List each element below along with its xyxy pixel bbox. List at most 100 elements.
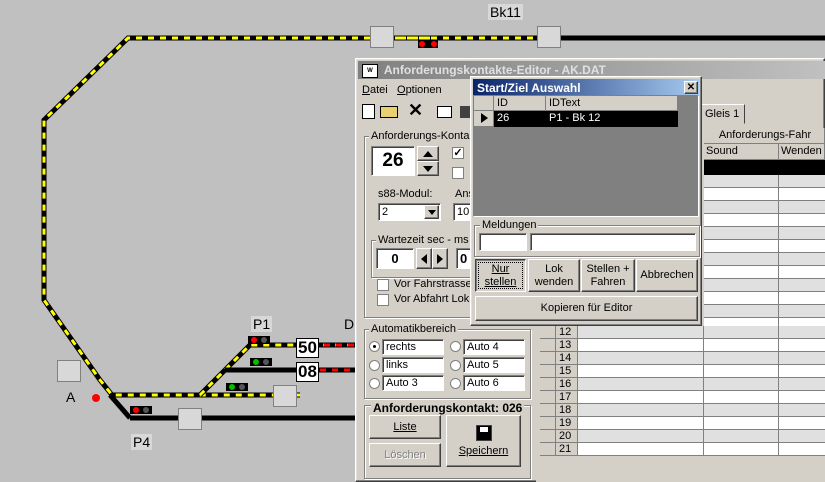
dialog-close-button[interactable]: ✕ — [684, 81, 698, 94]
track-label-p1: P1 — [251, 316, 273, 332]
contact-number-field[interactable]: 26 — [371, 146, 415, 176]
lok-wenden-label-1: Lok — [545, 262, 563, 275]
radio-auto5[interactable] — [450, 360, 461, 371]
row-number: 14 — [556, 352, 578, 365]
row-number: 12 — [556, 326, 578, 339]
auto4-field[interactable]: Auto 4 — [463, 339, 525, 355]
close-icon: ✕ — [686, 82, 696, 93]
links-field[interactable]: links — [382, 357, 444, 373]
speichern-button[interactable]: Speichern — [446, 415, 521, 467]
new-file-icon[interactable] — [362, 104, 375, 119]
grid-col-wenden-label: Wenden — [781, 145, 822, 157]
speichern-button-label: Speichern — [458, 444, 509, 457]
table-row[interactable]: 21 — [536, 443, 825, 456]
status-label: Anforderungskontakt: 026 — [371, 401, 525, 415]
radio-auto6[interactable] — [450, 378, 461, 389]
abbrechen-label: Abbrechen — [640, 269, 694, 281]
rechts-field[interactable]: rechts — [382, 339, 444, 355]
table-row[interactable]: 16 — [536, 378, 825, 391]
track-block-p4[interactable] — [178, 408, 202, 430]
radio-auto4[interactable] — [450, 341, 461, 352]
list-icon[interactable] — [437, 106, 452, 118]
wartezeit-field[interactable]: 0 — [376, 248, 414, 269]
stellen-fahren-button[interactable]: Stellen + Fahren — [581, 259, 635, 292]
s88-select-dropdown[interactable] — [424, 205, 439, 219]
grid-col-sound-label: Sound — [706, 145, 738, 157]
editor-title: Anforderungskontakte-Editor - AK.DAT — [383, 63, 606, 77]
gleis-tab[interactable]: Gleis 1 — [700, 104, 745, 124]
arrow-right-icon — [437, 253, 443, 264]
wartezeit-label: Wartezeit sec - ms — [376, 234, 471, 246]
track-label-d: D — [344, 316, 355, 332]
auto5-field[interactable]: Auto 5 — [463, 357, 525, 373]
radio-links[interactable] — [369, 360, 380, 371]
automatik-label: Automatikbereich — [369, 323, 458, 335]
meldungen-field-1[interactable] — [479, 233, 527, 251]
list-row-indicator[interactable] — [474, 111, 494, 127]
table-row[interactable]: 18 — [536, 404, 825, 417]
table-row[interactable] — [704, 292, 825, 305]
table-row[interactable] — [704, 240, 825, 253]
open-folder-icon[interactable] — [380, 106, 398, 118]
liste-button[interactable]: Liste — [369, 415, 441, 439]
contact-checkbox-2[interactable] — [452, 167, 464, 179]
chevron-down-icon — [427, 209, 436, 215]
grid-header-top: Anforderungs-Fahr — [704, 128, 825, 144]
vor-abfahrt-checkbox[interactable] — [377, 294, 389, 306]
table-row[interactable] — [704, 214, 825, 227]
auto6-field[interactable]: Auto 6 — [463, 375, 525, 391]
table-row[interactable] — [704, 175, 825, 188]
table-row[interactable] — [704, 253, 825, 266]
table-row[interactable] — [704, 201, 825, 214]
track-block-bk11-right[interactable] — [537, 26, 561, 48]
contact-checkbox-1[interactable]: ✓ — [452, 147, 464, 159]
nur-stellen-button[interactable]: Nur stellen — [475, 259, 526, 292]
abbrechen-button[interactable]: Abbrechen — [636, 259, 698, 292]
list-header-idtext-label: IDText — [549, 97, 581, 109]
list-header-corner — [474, 96, 494, 111]
track-block-mid[interactable] — [273, 385, 297, 407]
auto3-field[interactable]: Auto 3 — [382, 375, 444, 391]
arrow-up-icon — [423, 150, 433, 157]
vor-fahrstrasse-checkbox[interactable] — [377, 279, 389, 291]
wartezeit-spin-right[interactable] — [432, 248, 448, 269]
list-row-selected[interactable]: 26 P1 - Bk 12 — [494, 111, 678, 127]
radio-rechts[interactable] — [369, 341, 380, 352]
track-label-bk11: Bk11 — [488, 4, 523, 20]
table-row[interactable]: 14 — [536, 352, 825, 365]
grid-selected-row[interactable] — [704, 160, 825, 175]
contact-number-spin-down[interactable] — [417, 161, 439, 176]
track-block-bk11-left[interactable] — [370, 26, 394, 48]
track-block-a[interactable] — [57, 360, 81, 382]
stellen-fahren-label-2: Fahren — [590, 275, 626, 288]
table-row[interactable]: 12 — [536, 326, 825, 339]
contact-number-spin-up[interactable] — [417, 146, 439, 161]
loeschen-button[interactable]: Löschen — [369, 443, 441, 467]
table-row[interactable]: 20 — [536, 430, 825, 443]
row-number: 15 — [556, 365, 578, 378]
row-number: 20 — [556, 430, 578, 443]
menu-datei[interactable]: Datei — [362, 84, 388, 96]
lok-wenden-button[interactable]: Lok wenden — [528, 259, 580, 292]
table-row[interactable]: 19 — [536, 417, 825, 430]
table-row[interactable] — [704, 227, 825, 240]
floppy-disk-icon — [475, 424, 492, 441]
menu-optionen[interactable]: Optionen — [397, 84, 442, 96]
table-row[interactable] — [704, 188, 825, 201]
radio-auto3[interactable] — [369, 378, 380, 389]
table-row[interactable] — [704, 266, 825, 279]
table-row[interactable] — [704, 279, 825, 292]
table-row[interactable]: 17 — [536, 391, 825, 404]
table-row[interactable]: 15 — [536, 365, 825, 378]
list-header-id-label: ID — [497, 97, 508, 109]
row-number: 19 — [556, 417, 578, 430]
grid-col-sound: Sound — [704, 144, 779, 160]
delete-icon[interactable]: ✕ — [408, 100, 423, 120]
arrow-left-icon — [421, 253, 427, 264]
meldungen-field-2[interactable] — [530, 233, 696, 251]
contact-group-label: Anforderungs-Kontakt — [369, 130, 481, 142]
wartezeit-spin-left[interactable] — [416, 248, 432, 269]
kopieren-button[interactable]: Kopieren für Editor — [475, 296, 698, 321]
table-row[interactable]: 13 — [536, 339, 825, 352]
table-row[interactable] — [704, 305, 825, 318]
